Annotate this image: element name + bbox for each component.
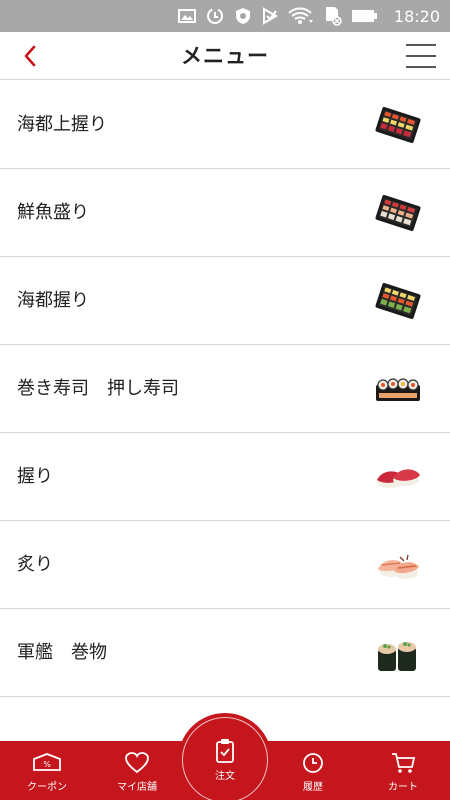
menu-item-gunkan-makimono[interactable]: 軍艦 巻物 (0, 609, 450, 697)
status-time: 18:20 (393, 6, 440, 26)
sushi-platter-icon (375, 106, 421, 144)
nav-my-store[interactable]: マイ店舗 (106, 741, 168, 800)
menu-item-label: 握り (17, 466, 53, 487)
nav-cart[interactable]: カート (372, 741, 434, 800)
menu-item-label: 鮮魚盛り (17, 202, 89, 223)
cart-icon (392, 753, 416, 773)
hamburger-line (406, 66, 436, 68)
shield-icon (235, 8, 250, 24)
page-title: メニュー (181, 44, 269, 68)
svg-text:%: % (43, 760, 51, 769)
menu-item-kaito-nigiri[interactable]: 海都握り (0, 257, 450, 345)
nav-label: 注文 (215, 771, 235, 782)
hamburger-menu-button[interactable] (406, 42, 436, 70)
wifi-icon (288, 7, 313, 24)
app-header: メニュー (0, 32, 450, 80)
battery-icon (351, 10, 377, 22)
gunkan-icon (378, 642, 416, 671)
coupon-icon: % (33, 753, 61, 771)
menu-item-aburi[interactable]: 炙り (0, 521, 450, 609)
nav-label: マイ店舗 (117, 782, 157, 793)
hamburger-line (406, 55, 436, 57)
menu-item-label: 軍艦 巻物 (17, 642, 107, 663)
download-check-icon (262, 7, 278, 25)
data-saver-icon (206, 8, 223, 24)
nav-coupon[interactable]: % クーポン (16, 741, 78, 800)
nav-label: カート (388, 782, 418, 793)
clock-icon (303, 753, 323, 773)
menu-list: 海都上握り 鮮魚盛り 海都握り 巻き寿司 押し寿司 握り 炙り 軍艦 巻物 (0, 81, 450, 697)
menu-item-nigiri[interactable]: 握り (0, 433, 450, 521)
nav-label: 履歴 (303, 782, 323, 793)
menu-item-makizushi-oshizushi[interactable]: 巻き寿司 押し寿司 (0, 345, 450, 433)
menu-item-label: 海都握り (17, 290, 89, 311)
menu-item-sengyo-mori[interactable]: 鮮魚盛り (0, 169, 450, 257)
sushi-platter-icon (375, 282, 421, 320)
heart-icon (125, 752, 149, 774)
tuna-nigiri-icon (377, 469, 420, 488)
menu-item-label: 海都上握り (17, 114, 107, 135)
sushi-rolls-icon (376, 378, 420, 401)
nav-label: クーポン (27, 782, 67, 793)
menu-item-label: 巻き寿司 押し寿司 (17, 378, 179, 399)
nav-history[interactable]: 履歴 (282, 741, 344, 800)
image-icon (177, 9, 196, 23)
status-bar: 18:20 (0, 0, 450, 32)
menu-item-kaito-jo-nigiri[interactable]: 海都上握り (0, 81, 450, 169)
sd-card-icon (325, 7, 342, 26)
shrimp-nigiri-icon (378, 554, 419, 579)
nav-order-button[interactable]: 注文 (178, 713, 272, 800)
menu-item-label: 炙り (17, 554, 53, 575)
hamburger-line (406, 44, 436, 46)
sushi-platter-icon (375, 194, 421, 232)
clipboard-check-icon (216, 739, 234, 763)
status-icons: 18:20 (177, 0, 440, 32)
